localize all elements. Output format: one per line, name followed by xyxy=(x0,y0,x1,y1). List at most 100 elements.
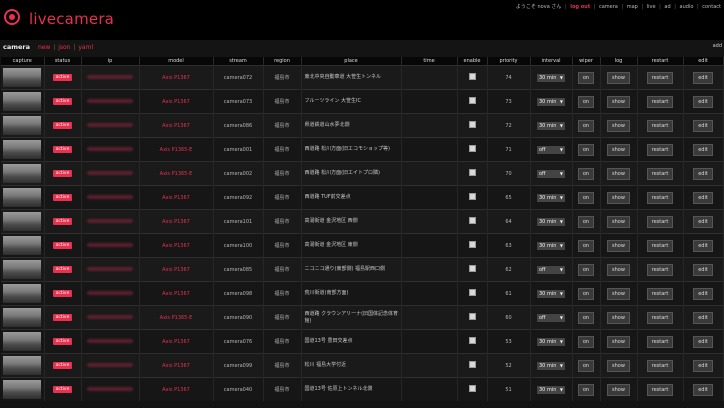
restart-button[interactable]: restart xyxy=(646,311,674,324)
restart-button[interactable]: restart xyxy=(646,191,674,204)
wiper-button[interactable]: on xyxy=(577,167,595,180)
enable-checkbox[interactable] xyxy=(468,337,476,344)
subnav-json[interactable]: json xyxy=(58,44,70,51)
interval-select[interactable]: 30 min xyxy=(537,193,565,202)
enable-checkbox[interactable] xyxy=(468,145,476,152)
enable-checkbox[interactable] xyxy=(468,361,476,368)
edit-button[interactable]: edit xyxy=(693,71,713,84)
wiper-button[interactable]: on xyxy=(577,359,595,372)
interval-select[interactable]: off xyxy=(537,169,565,178)
enable-checkbox[interactable] xyxy=(468,121,476,128)
camera-thumbnail[interactable] xyxy=(3,212,42,231)
interval-select[interactable]: 30 min xyxy=(537,73,565,82)
wiper-button[interactable]: on xyxy=(577,215,595,228)
interval-select[interactable]: 30 min xyxy=(537,385,565,394)
camera-thumbnail[interactable] xyxy=(3,308,42,327)
nav-audio[interactable]: audio xyxy=(680,4,694,10)
camera-thumbnail[interactable] xyxy=(3,140,42,159)
camera-thumbnail[interactable] xyxy=(3,236,42,255)
wiper-button[interactable]: on xyxy=(577,383,595,396)
interval-select[interactable]: 30 min xyxy=(537,121,565,130)
nav-map[interactable]: map xyxy=(627,4,638,10)
restart-button[interactable]: restart xyxy=(646,143,674,156)
restart-button[interactable]: restart xyxy=(646,383,674,396)
nav-contact[interactable]: contact xyxy=(702,4,721,10)
interval-select[interactable]: 30 min xyxy=(537,97,565,106)
interval-select[interactable]: 30 min xyxy=(537,361,565,370)
camera-thumbnail[interactable] xyxy=(3,284,42,303)
edit-button[interactable]: edit xyxy=(693,287,713,300)
edit-button[interactable]: edit xyxy=(693,95,713,108)
log-show-button[interactable]: show xyxy=(607,383,630,396)
log-show-button[interactable]: show xyxy=(607,263,630,276)
camera-thumbnail[interactable] xyxy=(3,332,42,351)
log-show-button[interactable]: show xyxy=(607,215,630,228)
camera-thumbnail[interactable] xyxy=(3,116,42,135)
log-show-button[interactable]: show xyxy=(607,167,630,180)
enable-checkbox[interactable] xyxy=(468,73,476,80)
log-show-button[interactable]: show xyxy=(607,335,630,348)
log-show-button[interactable]: show xyxy=(607,287,630,300)
wiper-button[interactable]: on xyxy=(577,287,595,300)
wiper-button[interactable]: on xyxy=(577,239,595,252)
wiper-button[interactable]: on xyxy=(577,335,595,348)
log-show-button[interactable]: show xyxy=(607,95,630,108)
log-show-button[interactable]: show xyxy=(607,143,630,156)
enable-checkbox[interactable] xyxy=(468,97,476,104)
interval-select[interactable]: 30 min xyxy=(537,241,565,250)
edit-button[interactable]: edit xyxy=(693,215,713,228)
restart-button[interactable]: restart xyxy=(646,71,674,84)
enable-checkbox[interactable] xyxy=(468,265,476,272)
subnav-new[interactable]: new xyxy=(38,44,50,51)
edit-button[interactable]: edit xyxy=(693,263,713,276)
restart-button[interactable]: restart xyxy=(646,95,674,108)
nav-camera[interactable]: camera xyxy=(599,4,618,10)
restart-button[interactable]: restart xyxy=(646,359,674,372)
subnav-yaml[interactable]: yaml xyxy=(78,44,93,51)
log-show-button[interactable]: show xyxy=(607,191,630,204)
enable-checkbox[interactable] xyxy=(468,241,476,248)
enable-checkbox[interactable] xyxy=(468,217,476,224)
wiper-button[interactable]: on xyxy=(577,191,595,204)
restart-button[interactable]: restart xyxy=(646,239,674,252)
enable-checkbox[interactable] xyxy=(468,193,476,200)
restart-button[interactable]: restart xyxy=(646,167,674,180)
interval-select[interactable]: off xyxy=(537,265,565,274)
interval-select[interactable]: off xyxy=(537,145,565,154)
camera-thumbnail[interactable] xyxy=(3,356,42,375)
wiper-button[interactable]: on xyxy=(577,71,595,84)
enable-checkbox[interactable] xyxy=(468,385,476,392)
wiper-button[interactable]: on xyxy=(577,119,595,132)
edit-button[interactable]: edit xyxy=(693,383,713,396)
edit-button[interactable]: edit xyxy=(693,335,713,348)
wiper-button[interactable]: on xyxy=(577,95,595,108)
interval-select[interactable]: 30 min xyxy=(537,217,565,226)
restart-button[interactable]: restart xyxy=(646,263,674,276)
enable-checkbox[interactable] xyxy=(468,289,476,296)
edit-button[interactable]: edit xyxy=(693,143,713,156)
edit-button[interactable]: edit xyxy=(693,359,713,372)
interval-select[interactable]: 30 min xyxy=(537,289,565,298)
edit-button[interactable]: edit xyxy=(693,119,713,132)
restart-button[interactable]: restart xyxy=(646,119,674,132)
interval-select[interactable]: 30 min xyxy=(537,337,565,346)
restart-button[interactable]: restart xyxy=(646,287,674,300)
enable-checkbox[interactable] xyxy=(468,169,476,176)
log-show-button[interactable]: show xyxy=(607,359,630,372)
interval-select[interactable]: off xyxy=(537,313,565,322)
camera-thumbnail[interactable] xyxy=(3,92,42,111)
camera-thumbnail[interactable] xyxy=(3,68,42,87)
edit-button[interactable]: edit xyxy=(693,239,713,252)
wiper-button[interactable]: on xyxy=(577,143,595,156)
nav-ad[interactable]: ad xyxy=(664,4,670,10)
camera-thumbnail[interactable] xyxy=(3,188,42,207)
log-show-button[interactable]: show xyxy=(607,71,630,84)
restart-button[interactable]: restart xyxy=(646,215,674,228)
wiper-button[interactable]: on xyxy=(577,311,595,324)
camera-thumbnail[interactable] xyxy=(3,260,42,279)
logout-link[interactable]: log out xyxy=(570,4,590,10)
enable-checkbox[interactable] xyxy=(468,313,476,320)
log-show-button[interactable]: show xyxy=(607,239,630,252)
log-show-button[interactable]: show xyxy=(607,311,630,324)
log-show-button[interactable]: show xyxy=(607,119,630,132)
